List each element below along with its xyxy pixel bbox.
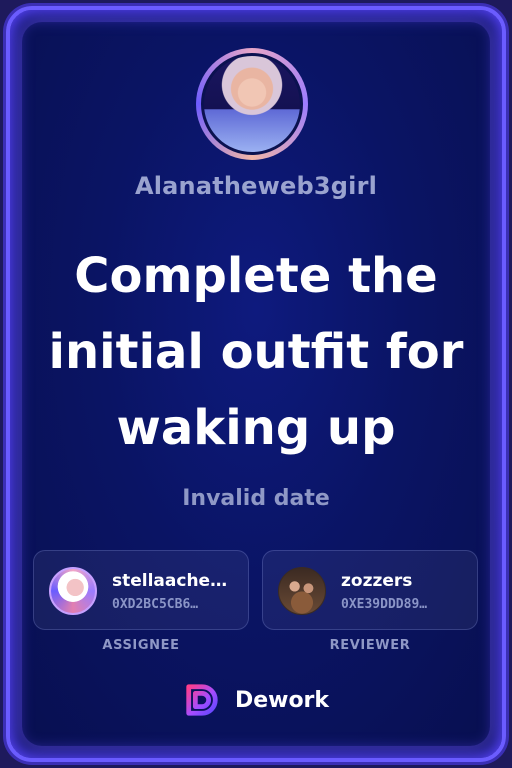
assignee-avatar (49, 567, 97, 615)
profile-avatar-image (201, 53, 303, 155)
assignee-name: stellaache… (112, 571, 228, 591)
reviewer-card[interactable]: zozzers 0XE39DDD89… (262, 550, 478, 630)
task-date: Invalid date (182, 486, 330, 511)
brand-name: Dework (234, 687, 330, 713)
reviewer-role-label: REVIEWER (329, 638, 411, 653)
assignee-card[interactable]: stellaache… 0XD2BC5CB6… (33, 550, 249, 630)
brand-footer: Dework (0, 680, 512, 720)
reviewer-avatar (278, 567, 326, 615)
profile-avatar (196, 48, 308, 160)
dework-logo-icon (184, 684, 218, 716)
task-title: Complete the initial outfit for waking u… (48, 248, 464, 456)
reviewer-address: 0XE39DDD89… (341, 597, 428, 612)
assignee-role-label: ASSIGNEE (102, 638, 180, 653)
profile-username: Alanatheweb3girl (134, 172, 378, 200)
assignee-address: 0XD2BC5CB6… (112, 597, 199, 612)
reviewer-name: zozzers (341, 571, 413, 591)
